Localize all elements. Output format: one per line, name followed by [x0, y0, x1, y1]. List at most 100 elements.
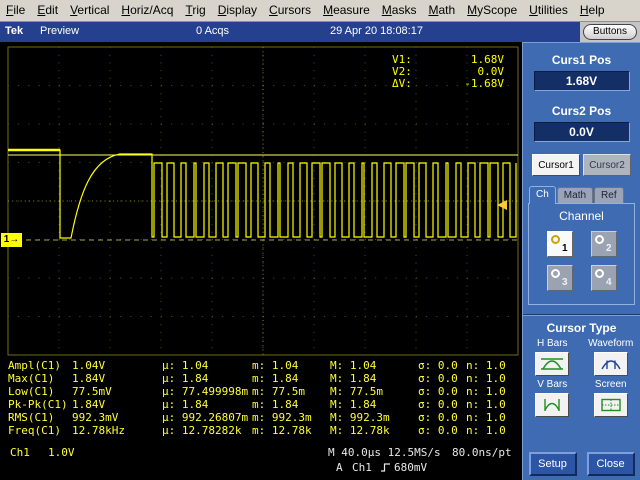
channel-4-button[interactable]: 4: [590, 265, 617, 291]
measurement-name: Max(C1): [8, 372, 55, 385]
measurement-name: RMS(C1): [8, 411, 55, 424]
menu-file[interactable]: File: [0, 0, 31, 21]
v-bars-icon: [544, 399, 560, 411]
ch1-waveform: [8, 149, 517, 239]
measurement-mean: µ: 1.04: [162, 359, 209, 372]
control-panel: Curs1 Pos 1.68V Curs2 Pos 0.0V Cursor1 C…: [522, 42, 640, 480]
measurement-mean: µ: 1.84: [162, 372, 209, 385]
measurement-row: RMS(C1) 992.3mV µ: 992.26807m m: 992.3m …: [8, 411, 518, 424]
menu-display[interactable]: Display: [212, 0, 263, 21]
waveform-icon: [601, 360, 621, 370]
measurement-name: Low(C1): [8, 385, 55, 398]
measurement-value: 1.84V: [72, 398, 106, 411]
waveform-display: V1: 1.68V V2: 0.0V ΔV: -1.68V 1→ Ampl(C1…: [0, 42, 522, 480]
measurement-count: n: 1.0: [466, 424, 506, 437]
menu-myscope[interactable]: MyScope: [461, 0, 523, 21]
cursor1-button[interactable]: Cursor1: [532, 154, 580, 176]
cursor-select-group: Cursor1 Cursor2: [523, 154, 640, 176]
measurement-stddev: σ: 0.0: [418, 411, 458, 424]
channel-4-number: 4: [605, 277, 612, 288]
channel-1-button[interactable]: 1: [546, 231, 573, 257]
measurement-min: m: 77.5m: [252, 385, 305, 398]
close-button[interactable]: Close: [586, 452, 635, 476]
channel1-reference-marker[interactable]: 1→: [1, 233, 22, 247]
tek-logo: Tek: [5, 25, 24, 37]
tab-math[interactable]: Math: [556, 187, 594, 203]
measurement-min: m: 1.04: [252, 359, 299, 372]
cursor-type-label: Cursor Type: [546, 321, 617, 335]
measurement-count: n: 1.0: [466, 372, 506, 385]
measurement-mean: µ: 77.499998m: [162, 385, 249, 398]
menu-edit[interactable]: Edit: [31, 0, 64, 21]
graticule: [7, 46, 519, 356]
channel-status-line: Ch1 1.0V M 40.0µs 12.5MS/s 80.0ns/pt: [0, 446, 522, 460]
measurement-row: Freq(C1) 12.78kHz µ: 12.78282k m: 12.78k…: [8, 424, 518, 437]
tab-ref[interactable]: Ref: [594, 187, 624, 203]
measurement-min: m: 992.3m: [252, 411, 312, 424]
channel-2-ring-icon: [594, 235, 604, 244]
measurement-max: M: 77.5m: [330, 385, 383, 398]
measurement-stddev: σ: 0.0: [418, 372, 458, 385]
measurement-mean: µ: 12.78282k: [162, 424, 242, 437]
waveform-label: Waveform: [588, 338, 634, 349]
measurement-max: M: 992.3m: [330, 411, 390, 424]
channel-2-button[interactable]: 2: [590, 231, 617, 257]
measurement-max: M: 1.84: [330, 372, 377, 385]
menu-utilities[interactable]: Utilities: [523, 0, 574, 21]
source-tabs: Ch Math Ref: [529, 185, 640, 204]
tab-ch[interactable]: Ch: [529, 186, 556, 204]
menu-help[interactable]: Help: [574, 0, 611, 21]
trigger-source: Ch1: [352, 461, 372, 474]
curs1-pos-value[interactable]: 1.68V: [533, 71, 630, 91]
menu-trig[interactable]: Trig: [179, 0, 211, 21]
vbars-label: V Bars: [537, 379, 568, 390]
measurement-max: M: 1.84: [330, 398, 377, 411]
menu-vertical[interactable]: Vertical: [64, 0, 115, 21]
measurement-row: Ampl(C1) 1.04V µ: 1.04 m: 1.04 M: 1.04 σ…: [8, 359, 518, 372]
channel-1-number: 1: [561, 243, 568, 254]
channel-2-number: 2: [605, 243, 612, 254]
rising-edge-icon: [380, 462, 391, 476]
ch1-volts-per-div: 1.0V: [48, 446, 75, 459]
acquisition-mode: Preview: [40, 25, 80, 37]
menu-math[interactable]: Math: [422, 0, 461, 21]
cursor2-button[interactable]: Cursor2: [583, 154, 631, 176]
datetime: 29 Apr 20 18:08:17: [330, 25, 423, 37]
hbars-label: H Bars: [536, 338, 568, 349]
channel-buttons: 1 2 3 4: [529, 231, 634, 291]
delta-v-value: -1.68V: [464, 77, 504, 90]
menu-horiz-acq[interactable]: Horiz/Acq: [115, 0, 179, 21]
menu-measure[interactable]: Measure: [317, 0, 376, 21]
vbars-button[interactable]: [535, 393, 570, 417]
measurement-count: n: 1.0: [466, 359, 506, 372]
trigger-status-line: A Ch1 680mV: [0, 461, 522, 475]
screen-label: Screen: [594, 379, 627, 390]
measurement-value: 77.5mV: [72, 385, 112, 398]
channel-label: Channel: [559, 209, 604, 223]
curs1-pos-label: Curs1 Pos: [551, 53, 612, 67]
trigger-level: 680mV: [394, 461, 428, 474]
screen-button[interactable]: [593, 393, 628, 417]
cursor-type-section: Cursor Type H Bars Waveform V Bars Scree…: [523, 314, 640, 417]
curs2-pos-value[interactable]: 0.0V: [533, 122, 630, 142]
h-bars-icon: [541, 358, 564, 370]
measurement-mean: µ: 992.26807m: [162, 411, 249, 424]
buttons-area: Buttons: [580, 22, 640, 42]
channel-3-button[interactable]: 3: [546, 265, 573, 291]
waveform-button[interactable]: [593, 352, 628, 376]
channel-3-ring-icon: [550, 269, 560, 278]
channel-4-ring-icon: [594, 269, 604, 278]
menu-cursors[interactable]: Cursors: [263, 0, 317, 21]
delta-v-label: ΔV:: [392, 77, 412, 90]
buttons-button[interactable]: Buttons: [583, 24, 637, 40]
measurement-readouts: Ampl(C1) 1.04V µ: 1.04 m: 1.04 M: 1.04 σ…: [8, 359, 518, 437]
measurement-stddev: σ: 0.0: [418, 398, 458, 411]
measurement-count: n: 1.0: [466, 398, 506, 411]
measurement-row: Max(C1) 1.84V µ: 1.84 m: 1.84 M: 1.84 σ:…: [8, 372, 518, 385]
menu-masks[interactable]: Masks: [376, 0, 423, 21]
timebase-readout: M 40.0µs 12.5MS/s: [328, 446, 441, 459]
measurement-max: M: 12.78k: [330, 424, 390, 437]
setup-button[interactable]: Setup: [528, 452, 577, 476]
hbars-button[interactable]: [535, 352, 570, 376]
measurement-min: m: 12.78k: [252, 424, 312, 437]
